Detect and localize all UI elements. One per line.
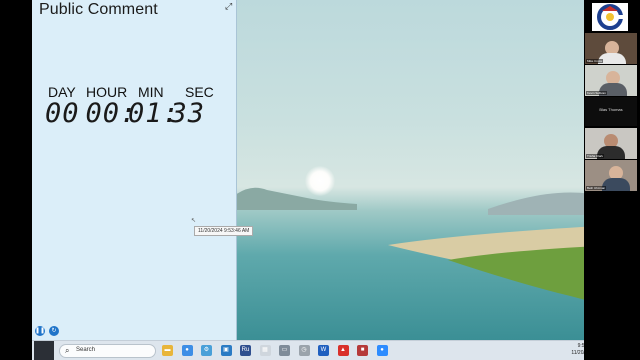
- word-icon[interactable]: W: [318, 345, 329, 356]
- countdown-display: 00 00:01:33: [45, 98, 205, 129]
- clock-icon[interactable]: ◷: [298, 345, 310, 356]
- participant-name: Kevin Sullivan: [586, 91, 607, 95]
- participant-tile[interactable]: Blas Thomas: [585, 97, 637, 126]
- participant-tile[interactable]: Beth Uhl-Ivan: [585, 160, 637, 191]
- file-explorer-icon[interactable]: ▬: [162, 345, 173, 356]
- colon: :: [120, 98, 138, 129]
- wallpaper-hill-left: [237, 187, 357, 210]
- wallpaper-grass: [388, 225, 608, 307]
- participant-tile[interactable]: Kevin Sullivan: [585, 65, 637, 96]
- participant-name: Trisha Clark: [586, 154, 605, 158]
- mouse-cursor-icon: ↖: [191, 218, 197, 224]
- colorado-logo-icon: [597, 4, 624, 30]
- participant-tile[interactable]: Trisha Clark: [585, 128, 637, 159]
- remote-desktop-icon[interactable]: ▣: [220, 345, 232, 356]
- participant-name: Beth Uhl-Ivan: [586, 186, 607, 190]
- expand-icon[interactable]: ⤢: [225, 1, 232, 12]
- video-participants-panel: Mike Cross Kevin Sullivan Blas Thomas Tr…: [584, 0, 640, 360]
- screen: Public Comment ⤢ DAY HOUR MIN SEC 00 00:0…: [0, 0, 640, 360]
- settings-icon[interactable]: ⚙: [201, 345, 212, 356]
- colon: :: [162, 98, 180, 129]
- chrome-icon[interactable]: ●: [181, 345, 193, 356]
- day-value: 00: [45, 98, 80, 129]
- search-placeholder: Search: [76, 347, 96, 353]
- start-button[interactable]: [34, 341, 54, 360]
- participant-body: [602, 178, 630, 191]
- min-value: 01: [128, 98, 163, 129]
- reset-button[interactable]: ↻: [49, 326, 59, 336]
- hour-value: 00: [85, 98, 121, 129]
- timestamp-tooltip: 11/20/2024 9:53:46 AM: [194, 226, 254, 236]
- participant-name: Blas Thomas: [599, 107, 623, 112]
- participant-name: Mike Cross: [586, 59, 604, 63]
- app-red-icon[interactable]: ■: [357, 345, 368, 356]
- pdf-icon[interactable]: ▲: [337, 345, 349, 356]
- desktop: Public Comment ⤢ DAY HOUR MIN SEC 00 00:0…: [32, 0, 608, 340]
- search-icon: ⌕: [65, 346, 70, 355]
- app-ru-icon[interactable]: Ru: [240, 345, 251, 356]
- public-comment-timer-window: Public Comment ⤢ DAY HOUR MIN SEC 00 00:0…: [32, 0, 254, 340]
- timer-title: Public Comment: [39, 1, 158, 18]
- sec-value: 33: [170, 98, 206, 129]
- pause-button[interactable]: ❚❚: [35, 326, 45, 336]
- organization-logo-tile: [592, 3, 628, 31]
- taskbar: ⌕ Search ▬●⚙▣Ru▦▭◷W▲■● 9:52 AM 11/20/202…: [32, 340, 608, 360]
- app-grid-icon[interactable]: ▦: [259, 345, 271, 356]
- desktop-wallpaper: [237, 0, 608, 340]
- app-zoom-like-icon[interactable]: ▭: [279, 345, 290, 356]
- search-box[interactable]: ⌕ Search: [59, 344, 156, 358]
- zoom-icon[interactable]: ●: [376, 345, 388, 356]
- participant-tile[interactable]: Mike Cross: [585, 33, 637, 64]
